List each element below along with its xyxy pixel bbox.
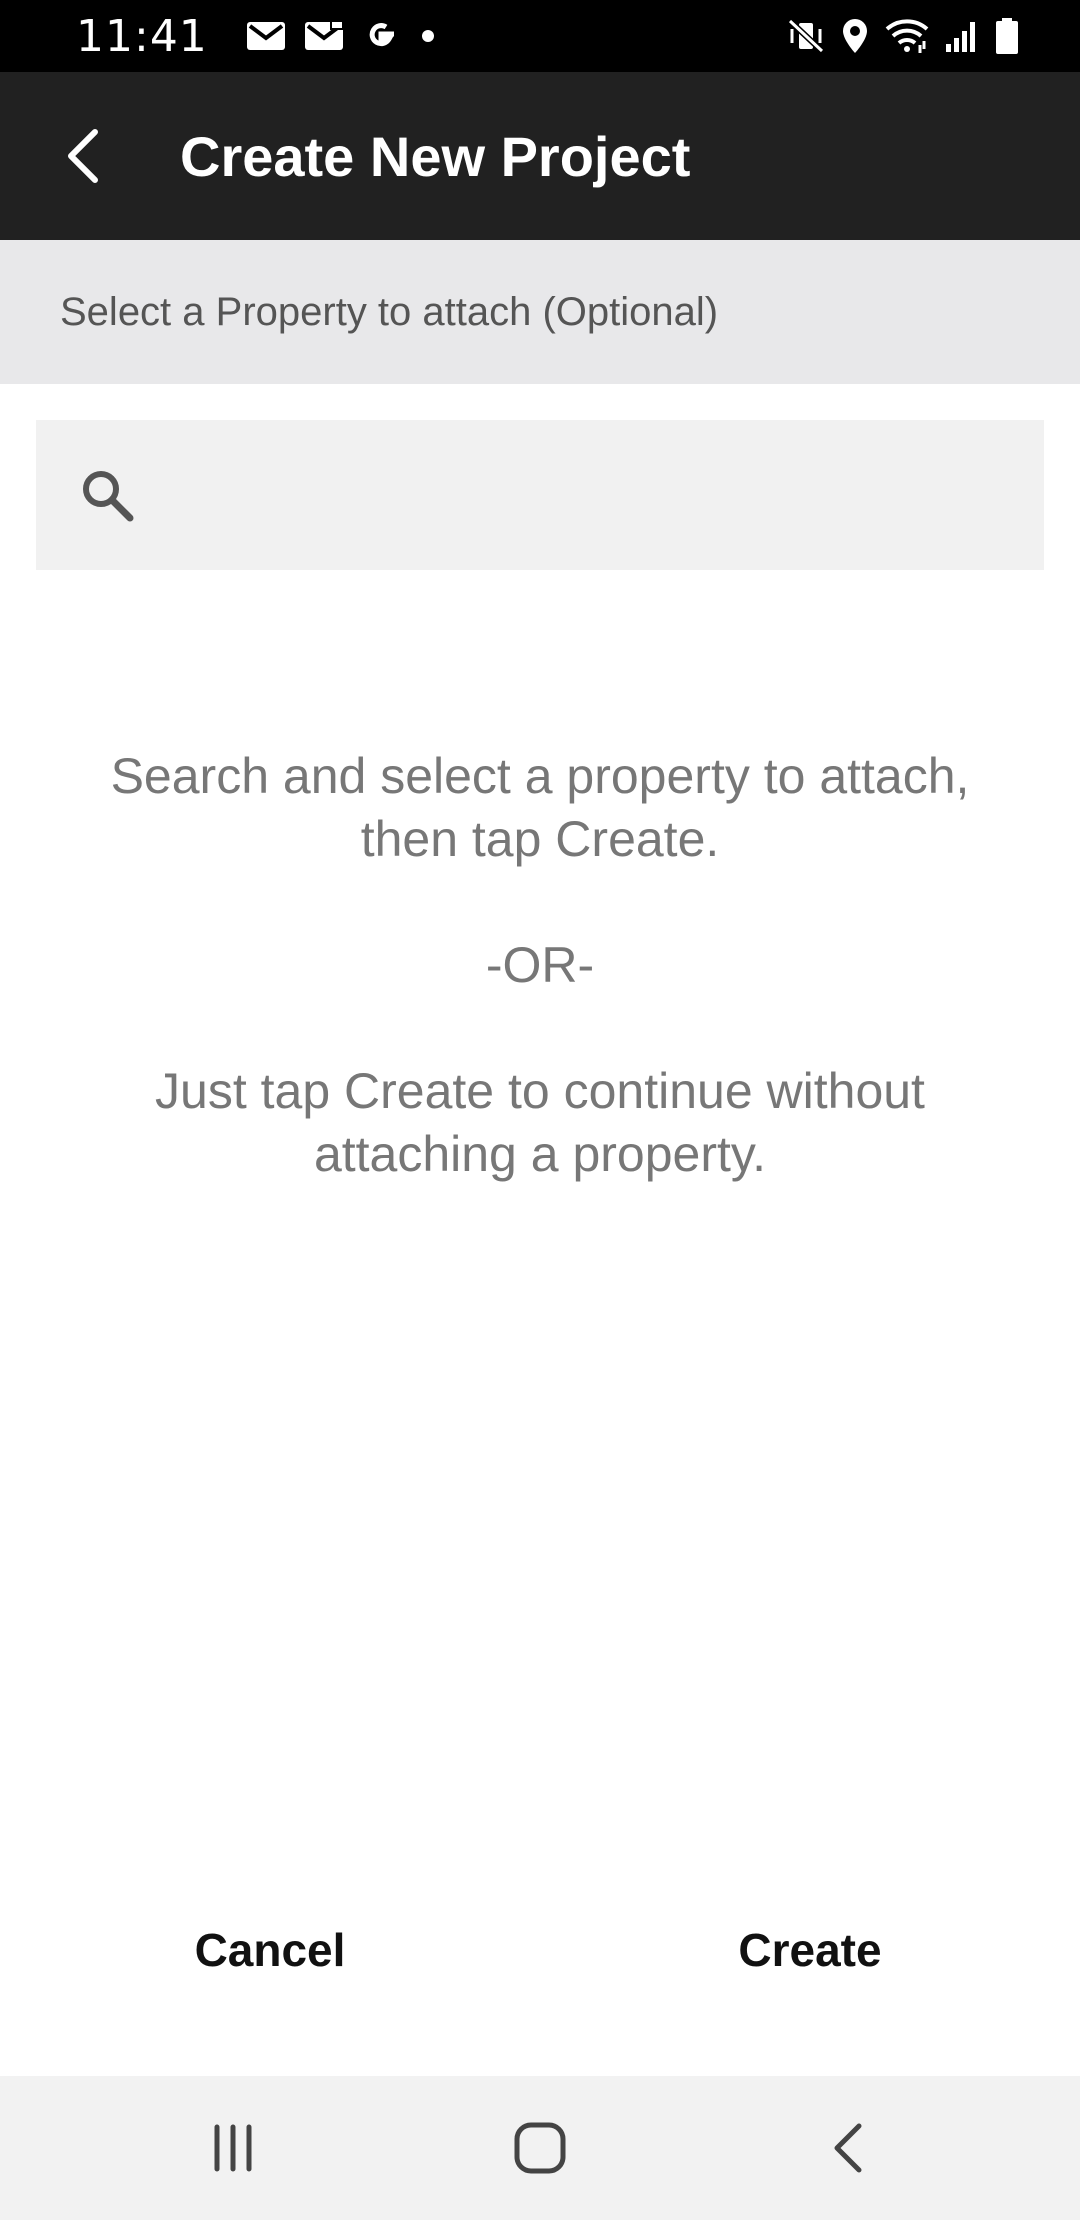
mute-vibrate-icon xyxy=(787,18,825,54)
app-bar: Create New Project xyxy=(0,72,1080,240)
system-back-button[interactable] xyxy=(767,2088,927,2208)
instruction-line: then tap Create. xyxy=(360,811,720,867)
battery-icon xyxy=(996,18,1018,54)
screen: 11:41 Create New Project Select a Proper… xyxy=(0,0,1080,2220)
status-bar: 11:41 xyxy=(0,0,1080,72)
create-button[interactable]: Create xyxy=(540,1890,1080,2010)
cancel-button[interactable]: Cancel xyxy=(0,1890,540,2010)
navigation-bar xyxy=(0,2076,1080,2220)
home-icon xyxy=(514,2122,566,2174)
location-icon xyxy=(843,19,867,53)
back-icon xyxy=(834,2123,862,2173)
notification-dot-icon xyxy=(421,30,434,42)
or-separator: -OR- xyxy=(485,937,595,993)
back-button[interactable] xyxy=(0,72,140,240)
instructions: Search and select a property to attach, … xyxy=(60,745,1020,1186)
mail-icon xyxy=(304,20,344,50)
home-button[interactable] xyxy=(460,2088,620,2208)
search-box[interactable] xyxy=(36,420,1044,570)
instruction-line: Search and select a property to attach, xyxy=(110,748,970,804)
instruction-line: Just tap Create to continue without xyxy=(155,1063,925,1119)
search-input[interactable] xyxy=(136,420,1044,570)
search-icon xyxy=(83,471,134,522)
back-arrow-icon xyxy=(68,129,98,183)
wifi-icon xyxy=(885,19,929,53)
page-title: Create New Project xyxy=(180,124,691,188)
instruction-line: attaching a property. xyxy=(313,1126,767,1182)
section-header: Select a Property to attach (Optional) xyxy=(0,240,1080,384)
status-left: 11:41 xyxy=(76,11,438,62)
recent-apps-button[interactable] xyxy=(153,2088,313,2208)
status-right xyxy=(786,17,1020,55)
gmail-icon xyxy=(246,22,285,50)
google-icon xyxy=(369,23,394,47)
recent-apps-icon xyxy=(214,2124,252,2172)
action-bar: Cancel Create xyxy=(0,1890,1080,2010)
section-header-text: Select a Property to attach (Optional) xyxy=(60,289,719,334)
signal-icon xyxy=(946,22,975,52)
status-time: 11:41 xyxy=(76,10,208,62)
